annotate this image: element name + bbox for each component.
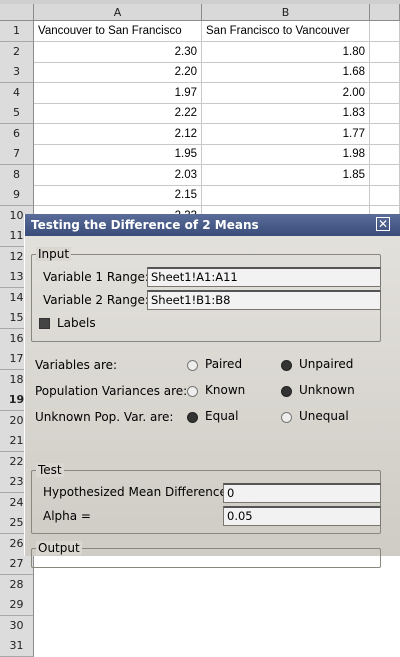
row-header-6[interactable]: 6	[0, 123, 34, 145]
cell-b7[interactable]: 1.98	[202, 144, 370, 165]
cell-a5[interactable]: 2.22	[34, 103, 202, 124]
column-header-b[interactable]: B	[202, 4, 370, 21]
labels-checkbox-label: Labels	[57, 316, 96, 330]
input-section-title: Input	[36, 247, 72, 261]
cell-a3[interactable]: 2.20	[34, 62, 202, 83]
cell-a2[interactable]: 2.30	[34, 41, 202, 63]
row-header-4[interactable]: 4	[0, 82, 34, 104]
variable1-label: Variable 1 Range:	[43, 270, 149, 284]
test-section-title: Test	[36, 463, 64, 477]
cell-c3[interactable]	[370, 62, 400, 83]
cell-b3[interactable]: 1.68	[202, 62, 370, 83]
variable2-range-input[interactable]: Sheet1!B1:B8	[147, 290, 381, 310]
cell-c9[interactable]	[370, 185, 400, 206]
equal-label: Equal	[205, 409, 239, 423]
row-header-28[interactable]: 28	[0, 574, 34, 596]
cell-c4[interactable]	[370, 82, 400, 104]
cell-a1[interactable]: Vancouver to San Francisco	[34, 21, 202, 42]
cell-c7[interactable]	[370, 144, 400, 165]
column-header-a[interactable]: A	[34, 4, 202, 21]
unknown-label: Unknown	[299, 383, 355, 397]
row-header-7[interactable]: 7	[0, 144, 34, 165]
cell-b9[interactable]	[202, 185, 370, 206]
variable2-label: Variable 2 Range:	[43, 293, 149, 307]
cell-c1[interactable]	[370, 21, 400, 42]
hypothesized-mean-difference-input[interactable]: 0	[223, 483, 381, 503]
two-means-dialog: Testing the Difference of 2 Means ✕ Inpu…	[24, 214, 400, 568]
known-radio[interactable]	[187, 386, 198, 397]
cell-c2[interactable]	[370, 41, 400, 63]
row-header-31[interactable]: 31	[0, 636, 34, 657]
unknown-pop-var-label: Unknown Pop. Var. are:	[35, 410, 174, 424]
known-label: Known	[205, 383, 246, 397]
cell-b2[interactable]: 1.80	[202, 41, 370, 63]
cell-b8[interactable]: 1.85	[202, 164, 370, 186]
row-header-9[interactable]: 9	[0, 185, 34, 206]
row-header-30[interactable]: 30	[0, 615, 34, 637]
alpha-label: Alpha =	[43, 509, 91, 523]
row-header-8[interactable]: 8	[0, 164, 34, 186]
cell-a4[interactable]: 1.97	[34, 82, 202, 104]
row-header-1[interactable]: 1	[0, 21, 34, 42]
cell-c5[interactable]	[370, 103, 400, 124]
output-frame: Output	[31, 541, 381, 568]
variables-are-label: Variables are:	[35, 358, 118, 372]
column-header-c[interactable]	[370, 4, 400, 21]
hypothesized-mean-difference-label: Hypothesized Mean Difference:	[43, 485, 231, 499]
close-icon[interactable]: ✕	[376, 217, 390, 231]
row-header-5[interactable]: 5	[0, 103, 34, 124]
row-header-27[interactable]: 27	[0, 554, 34, 575]
variable1-range-input[interactable]: Sheet1!A1:A11	[147, 267, 381, 287]
cell-a7[interactable]: 1.95	[34, 144, 202, 165]
cell-b1[interactable]: San Francisco to Vancouver	[202, 21, 370, 42]
labels-checkbox[interactable]	[39, 318, 50, 329]
cell-c6[interactable]	[370, 123, 400, 145]
unknown-radio[interactable]	[281, 386, 292, 397]
population-variances-label: Population Variances are:	[35, 384, 188, 398]
output-section-title: Output	[36, 541, 82, 555]
cell-c8[interactable]	[370, 164, 400, 186]
unequal-label: Unequal	[299, 409, 349, 423]
cell-a9[interactable]: 2.15	[34, 185, 202, 206]
cell-a8[interactable]: 2.03	[34, 164, 202, 186]
paired-radio[interactable]	[187, 360, 198, 371]
dialog-title: Testing the Difference of 2 Means	[31, 218, 259, 232]
cell-b6[interactable]: 1.77	[202, 123, 370, 145]
paired-label: Paired	[205, 357, 243, 371]
cell-b5[interactable]: 1.83	[202, 103, 370, 124]
unequal-radio[interactable]	[281, 412, 292, 423]
cell-a6[interactable]: 2.12	[34, 123, 202, 145]
select-all-corner[interactable]	[0, 4, 34, 21]
row-header-29[interactable]: 29	[0, 595, 34, 616]
unpaired-radio[interactable]	[281, 360, 292, 371]
row-header-3[interactable]: 3	[0, 62, 34, 83]
cell-b4[interactable]: 2.00	[202, 82, 370, 104]
row-header-2[interactable]: 2	[0, 41, 34, 63]
equal-radio[interactable]	[187, 412, 198, 423]
unpaired-label: Unpaired	[299, 357, 354, 371]
alpha-input[interactable]: 0.05	[223, 506, 381, 526]
dialog-titlebar[interactable]: Testing the Difference of 2 Means	[25, 214, 400, 236]
